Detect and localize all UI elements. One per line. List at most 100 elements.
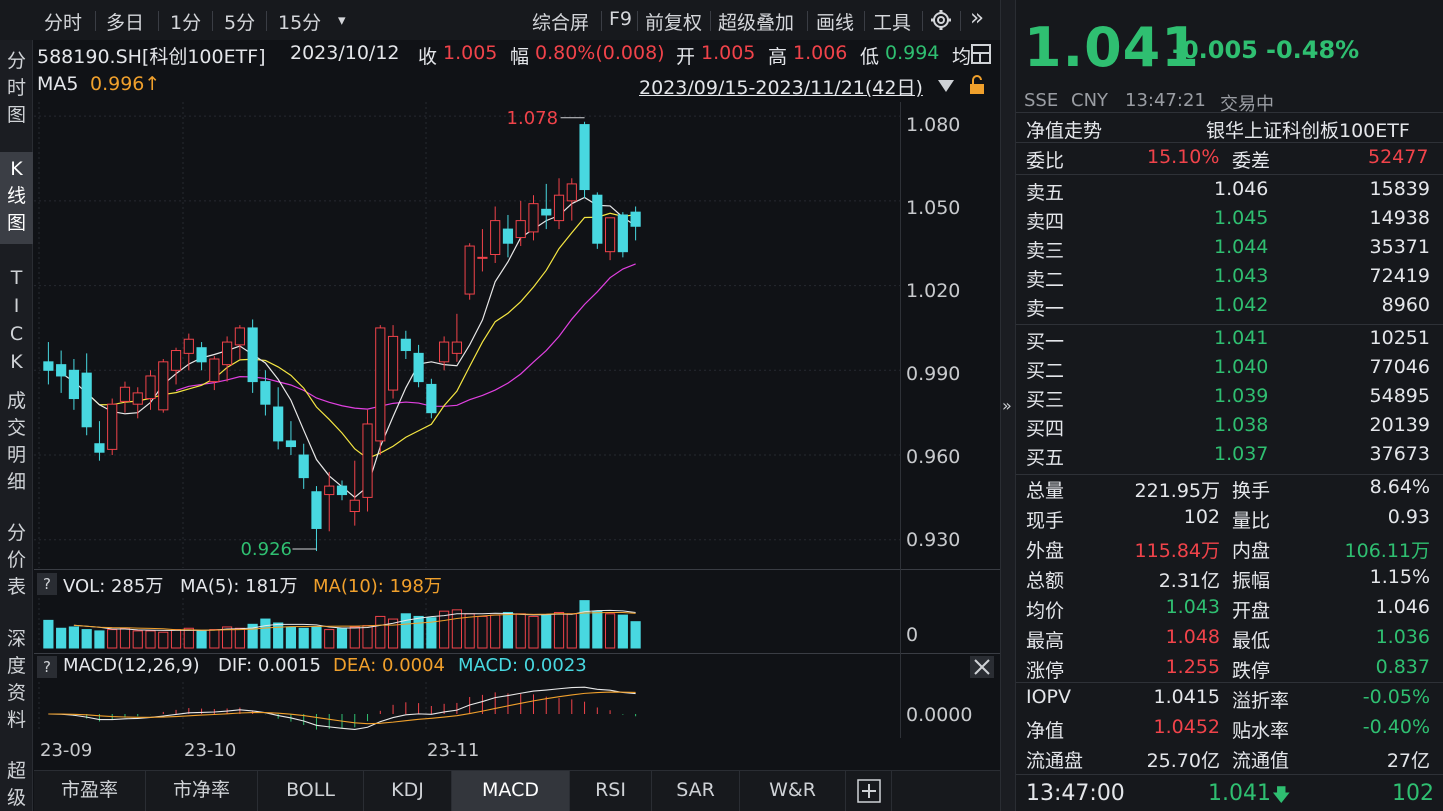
gear-icon[interactable] bbox=[930, 9, 952, 36]
candle bbox=[56, 350, 67, 393]
period-range[interactable]: 2023/09/15-2023/11/21(42日) bbox=[639, 73, 923, 100]
stat-value: 1.036 bbox=[1375, 626, 1430, 648]
panel-collapse-handle[interactable]: » bbox=[1000, 0, 1016, 811]
stat-label: 最高 bbox=[1026, 630, 1065, 652]
side-tab-tick[interactable]: TICK bbox=[0, 258, 33, 374]
tab-macd[interactable]: MACD bbox=[452, 771, 570, 811]
candle bbox=[464, 243, 475, 300]
stat-label: 净值 bbox=[1026, 720, 1065, 742]
stat-row: 涨停 1.255 跌停 0.837 bbox=[1026, 656, 1430, 686]
help-icon[interactable]: ? bbox=[37, 656, 57, 678]
tab-1min[interactable]: 1分 bbox=[170, 8, 201, 35]
high-label: 高 bbox=[768, 46, 788, 68]
stat-value: 1.255 bbox=[1165, 656, 1220, 678]
bid-level[interactable]: 买五 1.037 37673 bbox=[1026, 443, 1430, 473]
tab-15min[interactable]: 15分 bbox=[278, 8, 321, 35]
tab-boll[interactable]: BOLL bbox=[258, 771, 364, 811]
volume-bar bbox=[107, 629, 118, 649]
candle-body bbox=[56, 364, 67, 377]
candle-body bbox=[196, 347, 207, 363]
candle bbox=[298, 443, 309, 489]
period-dropdown[interactable]: ▾ bbox=[338, 11, 346, 29]
stat-value: 0.837 bbox=[1375, 656, 1430, 678]
stat-value: 25.70亿 bbox=[1146, 750, 1220, 772]
level-label: 卖二 bbox=[1026, 269, 1065, 291]
stat-row: 最高 1.048 最低 1.036 bbox=[1026, 626, 1430, 656]
draw-button[interactable]: 画线 bbox=[816, 8, 854, 35]
side-tab-super[interactable]: 超级 bbox=[0, 758, 33, 811]
side-tab-kline[interactable]: K线图 bbox=[0, 152, 33, 244]
volume-bar bbox=[234, 627, 245, 649]
level-price: 1.038 bbox=[1214, 414, 1269, 436]
close-icon[interactable] bbox=[970, 656, 994, 678]
bid-level[interactable]: 买一 1.041 10251 bbox=[1026, 327, 1430, 357]
candle-body bbox=[541, 208, 552, 216]
volume-chart[interactable] bbox=[34, 598, 900, 650]
price-change-pct: -0.48% bbox=[1266, 36, 1360, 64]
tab-pb[interactable]: 市净率 bbox=[146, 771, 258, 811]
tab-intraday[interactable]: 分时 bbox=[44, 8, 82, 35]
volume-bar bbox=[515, 613, 526, 649]
period-dropdown-icon[interactable] bbox=[936, 78, 956, 94]
tools-button[interactable]: 工具 bbox=[873, 8, 911, 35]
tab-kdj[interactable]: KDJ bbox=[364, 771, 452, 811]
candle-body bbox=[158, 361, 169, 411]
candle bbox=[362, 409, 373, 512]
tab-multiday[interactable]: 多日 bbox=[106, 8, 144, 35]
layout-icon[interactable] bbox=[970, 43, 992, 69]
ask-level[interactable]: 卖三 1.044 35371 bbox=[1026, 236, 1430, 266]
volume-bar bbox=[579, 600, 590, 649]
ask-level[interactable]: 卖一 1.042 8960 bbox=[1026, 294, 1430, 324]
ask-level[interactable]: 卖二 1.043 72419 bbox=[1026, 265, 1430, 295]
candle-body bbox=[324, 485, 335, 496]
level-volume: 15839 bbox=[1369, 178, 1430, 200]
tab-sar[interactable]: SAR bbox=[652, 771, 740, 811]
level-label: 买二 bbox=[1026, 360, 1065, 382]
kline-chart[interactable]: 1.078 0.926 bbox=[34, 102, 900, 568]
candle bbox=[145, 370, 156, 410]
overlay-button[interactable]: 超级叠加 bbox=[718, 8, 794, 35]
help-icon[interactable]: ? bbox=[37, 573, 57, 595]
tab-wr[interactable]: W&R bbox=[740, 771, 846, 811]
side-tab-intraday[interactable]: 分时图 bbox=[0, 46, 33, 130]
nav-trend-link[interactable]: 净值走势 bbox=[1026, 116, 1102, 143]
macd-chart[interactable] bbox=[34, 682, 900, 732]
f9-button[interactable]: F9 bbox=[609, 8, 632, 30]
candle-body bbox=[630, 211, 641, 227]
candle-body bbox=[260, 381, 271, 405]
bid-level[interactable]: 买三 1.039 54895 bbox=[1026, 385, 1430, 415]
stat-row: 现手 102 量比 0.93 bbox=[1026, 506, 1430, 536]
level-label: 卖四 bbox=[1026, 211, 1065, 233]
side-tab-price-table[interactable]: 分价表 bbox=[0, 520, 33, 604]
candle bbox=[553, 178, 565, 230]
y-tick-label: 1.080 bbox=[906, 114, 961, 136]
bid-level[interactable]: 买二 1.040 77046 bbox=[1026, 356, 1430, 386]
stat-label: 内盘 bbox=[1232, 540, 1271, 562]
tab-rsi[interactable]: RSI bbox=[570, 771, 652, 811]
ask-level[interactable]: 卖四 1.045 14938 bbox=[1026, 207, 1430, 237]
composite-screen-button[interactable]: 综合屏 bbox=[532, 8, 589, 35]
adjust-button[interactable]: 前复权 bbox=[645, 8, 702, 35]
stat-row: 总量 221.95万 换手 8.64% bbox=[1026, 476, 1430, 506]
candle-body bbox=[439, 341, 450, 363]
stat-label: 外盘 bbox=[1026, 540, 1065, 562]
tab-pe[interactable]: 市盈率 bbox=[34, 771, 146, 811]
more-icon[interactable]: » bbox=[970, 5, 984, 31]
stat-value: 2.31亿 bbox=[1158, 570, 1220, 592]
candle bbox=[260, 370, 271, 416]
candle bbox=[630, 206, 641, 241]
add-indicator-icon[interactable] bbox=[846, 771, 892, 811]
volume-bar bbox=[158, 631, 169, 649]
side-tab-depth-info[interactable]: 深度资料 bbox=[0, 626, 33, 738]
lock-icon[interactable] bbox=[966, 74, 988, 100]
bid-level[interactable]: 买四 1.038 20139 bbox=[1026, 414, 1430, 444]
tab-5min[interactable]: 5分 bbox=[224, 8, 255, 35]
ask-level[interactable]: 卖五 1.046 15839 bbox=[1026, 178, 1430, 208]
dif-label: DIF: 0.0015 bbox=[218, 655, 321, 676]
level-price: 1.039 bbox=[1214, 385, 1269, 407]
level-price: 1.037 bbox=[1214, 443, 1269, 465]
side-tab-trade-detail[interactable]: 成交明细 bbox=[0, 388, 33, 500]
candle bbox=[234, 325, 245, 360]
down-arrow-icon: 🡇 bbox=[1272, 785, 1291, 806]
candle-body bbox=[107, 403, 118, 450]
